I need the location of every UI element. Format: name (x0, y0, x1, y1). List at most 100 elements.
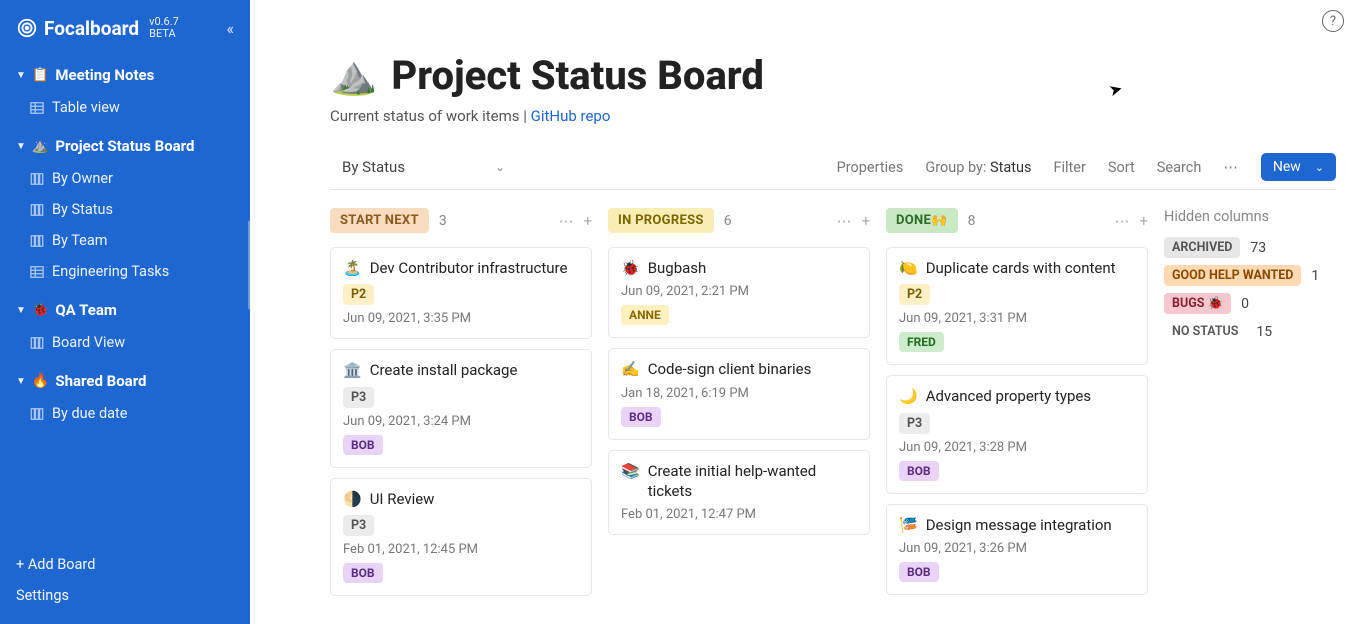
add-board-button[interactable]: + Add Board (16, 556, 234, 573)
priority-badge: P3 (899, 413, 930, 434)
view-label: Engineering Tasks (52, 263, 169, 280)
column-count: 6 (724, 213, 732, 229)
card-emoji: 🌗 (343, 489, 362, 509)
column-2: DONE🙌8⋯+🍋Duplicate cards with contentP2J… (886, 208, 1148, 605)
add-card-icon[interactable]: + (583, 212, 592, 230)
new-button[interactable]: New ⌄ (1261, 153, 1336, 181)
column-1: IN PROGRESS6⋯+🐞BugbashJun 09, 2021, 2:21… (608, 208, 870, 545)
card[interactable]: ✍️Code-sign client binariesJan 18, 2021,… (608, 348, 870, 439)
card-title: Dev Contributor infrastructure (370, 258, 568, 278)
app-name: Focalboard (44, 17, 139, 40)
card[interactable]: 🌗UI ReviewP3Feb 01, 2021, 12:45 PMBOB (330, 478, 592, 596)
card[interactable]: 🏝️Dev Contributor infrastructureP2Jun 09… (330, 247, 592, 339)
card-date: Jun 09, 2021, 3:35 PM (343, 311, 579, 326)
board-emoji[interactable]: ⛰️ (330, 54, 377, 98)
app-logo[interactable]: Focalboard (16, 17, 139, 40)
sidebar-view-3-0[interactable]: By due date (0, 398, 250, 429)
hidden-column-item[interactable]: BUGS 🐞0 (1164, 293, 1354, 314)
collapse-sidebar-icon[interactable]: « (226, 19, 234, 38)
sidebar-view-1-3[interactable]: Engineering Tasks (0, 256, 250, 287)
column-label[interactable]: START NEXT (330, 208, 429, 233)
board-name: Meeting Notes (55, 66, 154, 84)
card[interactable]: 📚Create initial help-wanted ticketsFeb 0… (608, 450, 870, 536)
view-label: By Team (52, 232, 107, 249)
sidebar: Focalboard v0.6.7 BETA « ▼📋Meeting Notes… (0, 0, 250, 624)
card[interactable]: 🎏Design message integrationJun 09, 2021,… (886, 504, 1148, 595)
board-icon (30, 336, 44, 350)
sidebar-view-0-0[interactable]: Table view (0, 92, 250, 123)
settings-link[interactable]: Settings (16, 587, 234, 604)
card[interactable]: 🏛️Create install packageP3Jun 09, 2021, … (330, 349, 592, 467)
hidden-column-item[interactable]: NO STATUS15 (1164, 321, 1354, 342)
column-count: 3 (439, 213, 447, 229)
board-icon (30, 203, 44, 217)
assignee-badge: FRED (899, 332, 944, 352)
add-card-icon[interactable]: + (1139, 212, 1148, 230)
card-title: Code-sign client binaries (648, 359, 812, 379)
disclosure-icon: ▼ (16, 376, 26, 387)
sidebar-view-2-0[interactable]: Board View (0, 327, 250, 358)
hidden-column-label: ARCHIVED (1164, 237, 1240, 258)
column-menu-icon[interactable]: ⋯ (558, 212, 573, 230)
disclosure-icon: ▼ (16, 70, 26, 81)
column-menu-icon[interactable]: ⋯ (1114, 212, 1129, 230)
assignee-badge: ANNE (621, 305, 669, 325)
card-date: Jun 09, 2021, 3:28 PM (899, 440, 1135, 455)
add-card-icon[interactable]: + (861, 212, 870, 230)
priority-badge: P3 (343, 515, 374, 536)
column-label[interactable]: DONE🙌 (886, 208, 958, 233)
page-description[interactable]: Current status of work items | GitHub re… (330, 107, 1336, 125)
group-by-button[interactable]: Group by: Status (925, 159, 1031, 176)
sort-button[interactable]: Sort (1108, 159, 1135, 176)
properties-button[interactable]: Properties (837, 159, 904, 176)
column-menu-icon[interactable]: ⋯ (836, 212, 851, 230)
sidebar-view-1-2[interactable]: By Team (0, 225, 250, 256)
card[interactable]: 🐞BugbashJun 09, 2021, 2:21 PMANNE (608, 247, 870, 338)
assignee-badge: BOB (621, 407, 661, 427)
board-name: QA Team (55, 301, 117, 319)
sidebar-board-0[interactable]: ▼📋Meeting Notes (0, 58, 250, 92)
card[interactable]: 🌙Advanced property typesP3Jun 09, 2021, … (886, 375, 1148, 493)
more-menu-icon[interactable]: ⋯ (1223, 159, 1239, 176)
column-label[interactable]: IN PROGRESS (608, 208, 714, 233)
assignee-badge: BOB (343, 435, 383, 455)
page-header: ⛰️ Project Status Board Current status o… (330, 52, 1336, 125)
hidden-column-count: 73 (1250, 240, 1266, 256)
card-date: Jun 09, 2021, 2:21 PM (621, 284, 857, 299)
hidden-columns-header: Hidden columns (1164, 208, 1354, 225)
page-title[interactable]: Project Status Board (391, 52, 764, 99)
search-button[interactable]: Search (1157, 159, 1202, 176)
view-label: Table view (52, 99, 120, 116)
card-date: Jun 09, 2021, 3:26 PM (899, 541, 1135, 556)
hidden-column-item[interactable]: ARCHIVED 73 (1164, 237, 1354, 258)
sidebar-view-1-0[interactable]: By Owner (0, 163, 250, 194)
chevron-down-icon: ⌄ (1315, 161, 1324, 174)
board-emoji: 🔥 (32, 373, 49, 389)
view-selector[interactable]: By Status ⌄ (336, 154, 511, 180)
filter-button[interactable]: Filter (1053, 159, 1085, 176)
card-emoji: 🍋 (899, 258, 918, 278)
sidebar-board-1[interactable]: ▼⛰️Project Status Board (0, 129, 250, 163)
card-date: Jan 18, 2021, 6:19 PM (621, 386, 857, 401)
hidden-column-label: GOOD HELP WANTED (1164, 265, 1301, 286)
card-title: Duplicate cards with content (926, 258, 1116, 278)
column-count: 8 (968, 213, 976, 229)
disclosure-icon: ▼ (16, 305, 26, 316)
sidebar-board-2[interactable]: ▼🐞QA Team (0, 293, 250, 327)
sidebar-board-3[interactable]: ▼🔥Shared Board (0, 364, 250, 398)
board-columns: START NEXT3⋯+🏝️Dev Contributor infrastru… (330, 208, 1336, 606)
board-icon (30, 172, 44, 186)
priority-badge: P2 (343, 284, 374, 305)
hidden-column-label: BUGS 🐞 (1164, 293, 1231, 314)
hidden-column-item[interactable]: GOOD HELP WANTED 1 (1164, 265, 1354, 286)
sidebar-view-1-1[interactable]: By Status (0, 194, 250, 225)
hidden-column-label: NO STATUS (1164, 321, 1246, 342)
help-icon[interactable]: ? (1322, 10, 1344, 32)
hidden-column-count: 1 (1311, 268, 1319, 284)
board-icon (30, 407, 44, 421)
card[interactable]: 🍋Duplicate cards with contentP2Jun 09, 2… (886, 247, 1148, 365)
column-0: START NEXT3⋯+🏝️Dev Contributor infrastru… (330, 208, 592, 606)
card-date: Jun 09, 2021, 3:24 PM (343, 414, 579, 429)
view-label: By due date (52, 405, 127, 422)
github-repo-link[interactable]: GitHub repo (531, 107, 611, 125)
